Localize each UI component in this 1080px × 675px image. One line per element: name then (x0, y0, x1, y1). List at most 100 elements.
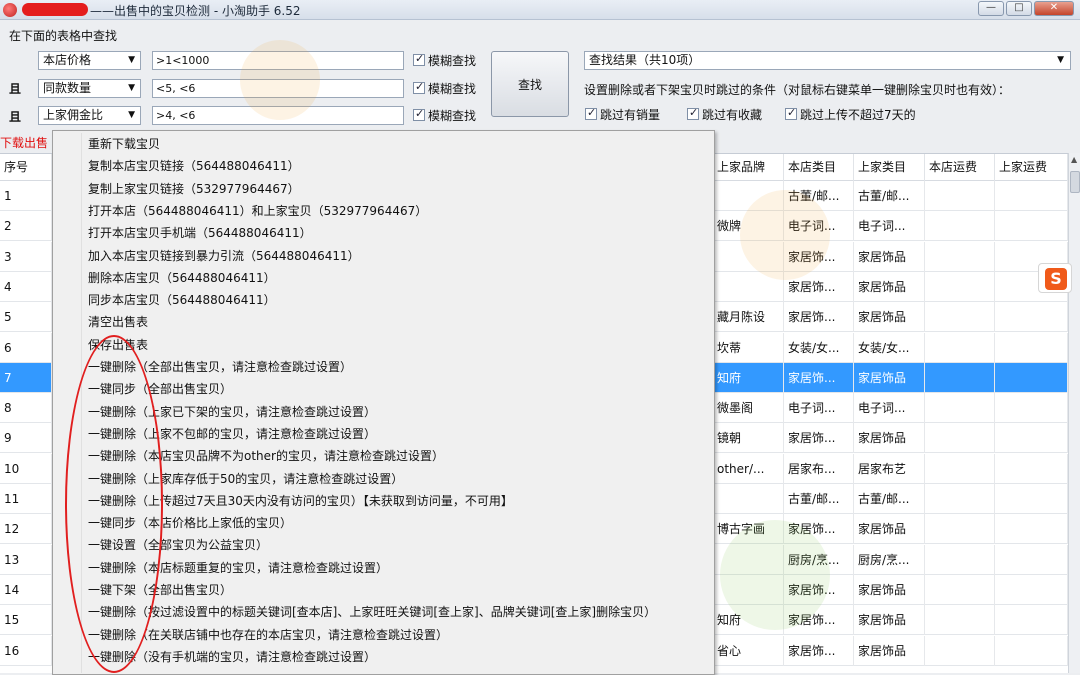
menu-item[interactable]: 同步本店宝贝（564488046411） (88, 289, 276, 311)
result-select[interactable]: 查找结果（共10项） ▼ (584, 51, 1071, 70)
cell-src-freight (995, 635, 1068, 666)
col-header-no[interactable]: 序号 (0, 154, 52, 181)
cell-src-freight (995, 302, 1068, 333)
cell-shop-freight (925, 211, 995, 242)
cell-src-brand: other/... (713, 453, 784, 484)
cell-shop-freight (925, 484, 995, 514)
redacted-title-mark (22, 3, 88, 16)
menu-item[interactable]: 打开本店宝贝手机端（564488046411） (88, 222, 312, 244)
table-vertical-scrollbar[interactable]: ▲ (1068, 153, 1080, 673)
cell-no: 11 (0, 484, 52, 514)
cell-no: 10 (0, 453, 52, 484)
cell-no: 6 (0, 332, 52, 363)
sogou-s-icon: S (1045, 268, 1067, 290)
cell-shop-freight (925, 241, 995, 272)
search-field-select-3[interactable]: 上家佣金比 ▼ (38, 106, 141, 125)
col-header-src-freight[interactable]: 上家运费 (995, 154, 1068, 181)
skip-sales-checkbox[interactable]: 跳过有销量 (585, 106, 660, 122)
col-header-src-cat[interactable]: 上家类目 (854, 154, 925, 181)
cell-src-brand: 藏月陈设 (713, 302, 784, 333)
search-field-select-2[interactable]: 同款数量 ▼ (38, 79, 141, 98)
cell-shop-freight (925, 302, 995, 333)
cell-src-cat: 古董/邮... (854, 181, 925, 211)
cell-no: 9 (0, 423, 52, 454)
cell-src-cat: 家居饰品 (854, 514, 925, 545)
result-select-value: 查找结果（共10项） (589, 53, 701, 67)
skip-sales-label: 跳过有销量 (600, 107, 661, 122)
cell-shop-cat: 家居饰... (784, 302, 854, 333)
cell-src-brand: 省心 (713, 635, 784, 666)
checkbox-checked-icon (785, 106, 797, 120)
cell-src-brand: 微墨阁 (713, 393, 784, 424)
menu-item[interactable]: 一键删除（按过滤设置中的标题关键词[查本店]、上家旺旺关键词[查上家]、品牌关键… (88, 601, 656, 623)
menu-item[interactable]: 加入本店宝贝链接到暴力引流（564488046411） (88, 245, 360, 267)
cell-shop-cat: 家居饰... (784, 423, 854, 454)
cell-src-cat: 家居饰品 (854, 574, 925, 605)
col-header-shop-cat[interactable]: 本店类目 (784, 154, 854, 181)
menu-item[interactable]: 清空出售表 (88, 311, 148, 333)
cell-shop-freight (925, 393, 995, 424)
cell-src-cat: 电子词... (854, 211, 925, 242)
dropdown-arrow-icon: ▼ (1057, 55, 1064, 65)
cell-no: 16 (0, 635, 52, 666)
cell-src-freight (995, 605, 1068, 636)
scroll-thumb[interactable] (1070, 171, 1080, 193)
cell-shop-freight (925, 423, 995, 454)
dropdown-arrow-icon: ▼ (128, 55, 135, 65)
app-icon (3, 3, 17, 17)
search-field-select-1[interactable]: 本店价格 ▼ (38, 51, 141, 70)
cell-no: 13 (0, 544, 52, 575)
and-label-2: 且 (9, 82, 22, 96)
input-method-badge[interactable]: S (1038, 263, 1072, 293)
checkbox-checked-icon (413, 52, 425, 66)
watermark-logo (240, 40, 320, 120)
cell-shop-freight (925, 635, 995, 666)
download-label: 下载出售 (0, 136, 49, 150)
cell-shop-freight (925, 181, 995, 211)
fuzzy-checkbox-2[interactable]: 模糊查找 (413, 80, 476, 96)
cell-no: 1 (0, 181, 52, 211)
menu-item[interactable]: 重新下载宝贝 (88, 133, 160, 155)
cell-src-freight (995, 211, 1068, 242)
search-field-value: 本店价格 (43, 53, 92, 67)
close-button[interactable]: ✕ (1034, 1, 1074, 16)
cell-src-freight (995, 181, 1068, 211)
cell-src-freight (995, 362, 1068, 393)
col-header-shop-freight[interactable]: 本店运费 (925, 154, 995, 181)
menu-item[interactable]: 复制上家宝贝链接（532977964467） (88, 178, 300, 200)
cell-shop-freight (925, 332, 995, 363)
scroll-up-icon[interactable]: ▲ (1071, 155, 1077, 164)
search-field-value: 同款数量 (43, 81, 92, 95)
menu-item[interactable]: 打开本店（564488046411）和上家宝贝（532977964467） (88, 200, 427, 222)
cell-src-freight (995, 514, 1068, 545)
cell-src-brand (713, 484, 784, 514)
cell-shop-freight (925, 453, 995, 484)
fuzzy-checkbox-3[interactable]: 模糊查找 (413, 107, 476, 123)
fuzzy-label: 模糊查找 (428, 108, 477, 123)
cell-src-cat: 家居饰品 (854, 423, 925, 454)
skip-new-checkbox[interactable]: 跳过上传不超过7天的 (785, 106, 916, 122)
cell-no: 7 (0, 362, 52, 393)
checkbox-checked-icon (585, 106, 597, 120)
fuzzy-checkbox-1[interactable]: 模糊查找 (413, 52, 476, 68)
cell-no: 14 (0, 574, 52, 605)
menu-item[interactable]: 删除本店宝贝（564488046411） (88, 267, 276, 289)
cell-shop-freight (925, 271, 995, 302)
annotation-ellipse (65, 335, 163, 673)
cell-src-brand: 坎蒂 (713, 332, 784, 363)
fuzzy-label: 模糊查找 (428, 81, 477, 96)
maximize-button[interactable]: □ (1006, 1, 1032, 16)
cell-shop-freight (925, 605, 995, 636)
col-header-src-brand[interactable]: 上家品牌 (713, 154, 784, 181)
cell-src-cat: 居家布艺 (854, 453, 925, 484)
cell-no: 15 (0, 605, 52, 636)
find-button[interactable]: 查找 (491, 51, 569, 117)
menu-item[interactable]: 复制本店宝贝链接（564488046411） (88, 155, 300, 177)
checkbox-checked-icon (413, 107, 425, 121)
skip-favorites-checkbox[interactable]: 跳过有收藏 (687, 106, 762, 122)
cell-src-cat: 家居饰品 (854, 302, 925, 333)
minimize-button[interactable]: — (978, 1, 1004, 16)
cell-no: 12 (0, 514, 52, 545)
dropdown-arrow-icon: ▼ (128, 110, 135, 120)
window-title: ——出售中的宝贝检测 - 小淘助手 6.52 (90, 4, 301, 18)
